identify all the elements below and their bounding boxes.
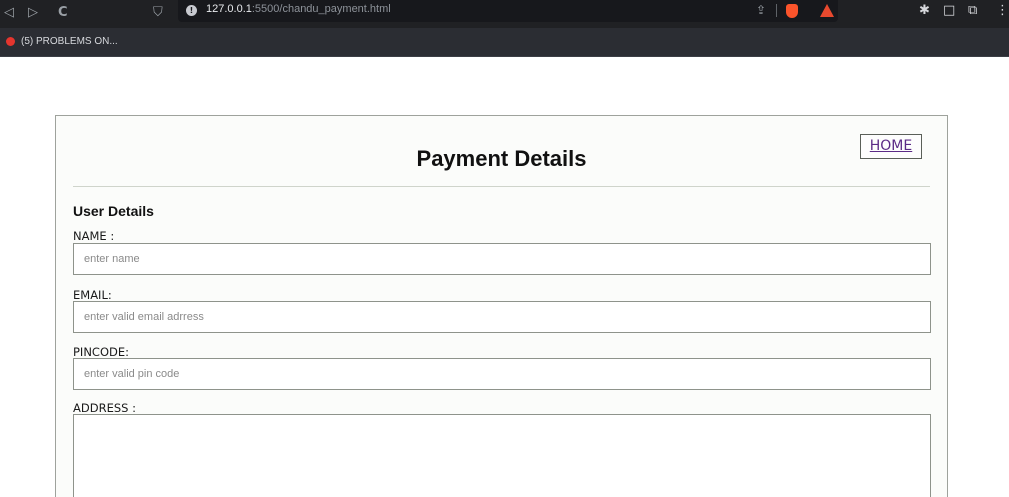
forward-icon[interactable]: ▷ xyxy=(28,5,38,20)
reload-icon[interactable]: C xyxy=(58,5,68,20)
bookmark-favicon-icon xyxy=(6,37,15,46)
url-host: 127.0.0.1 xyxy=(206,3,252,15)
header-divider xyxy=(73,186,930,187)
address-label: ADDRESS : xyxy=(73,401,136,415)
site-info-icon[interactable]: ! xyxy=(186,5,197,16)
wallet-icon[interactable]: ⧉ xyxy=(968,3,977,18)
address-bar[interactable]: ! 127.0.0.1:5500/chandu_payment.html ⇪ xyxy=(178,0,838,22)
brave-rewards-icon[interactable] xyxy=(820,4,834,17)
home-link[interactable]: HOME xyxy=(860,134,922,159)
name-input[interactable] xyxy=(73,243,931,275)
bookmark-page-icon[interactable]: ⛉ xyxy=(153,5,163,20)
url-path: :5500/chandu_payment.html xyxy=(251,3,391,15)
payment-card: Payment Details HOME User Details NAME :… xyxy=(55,115,948,497)
bookmarks-bar: (5) PROBLEMS ON... xyxy=(0,28,1009,57)
sidebar-icon[interactable]: □ xyxy=(943,3,955,18)
browser-toolbar: ◁ ▷ C ⛉ ! 127.0.0.1:5500/chandu_payment.… xyxy=(0,0,1009,28)
address-textarea[interactable] xyxy=(73,414,931,497)
name-label: NAME : xyxy=(73,229,115,243)
pincode-label: PINCODE: xyxy=(73,345,130,359)
url-text[interactable]: 127.0.0.1:5500/chandu_payment.html xyxy=(206,3,391,15)
toolbar-separator xyxy=(776,4,777,17)
bookmark-label: (5) PROBLEMS ON... xyxy=(21,36,118,47)
menu-icon[interactable]: ⋮ xyxy=(996,3,1009,18)
pincode-input[interactable] xyxy=(73,358,931,390)
share-icon[interactable]: ⇪ xyxy=(756,3,766,17)
back-icon[interactable]: ◁ xyxy=(4,5,14,20)
brave-shields-icon[interactable] xyxy=(786,4,798,18)
extensions-icon[interactable]: ✱ xyxy=(919,3,930,18)
section-heading: User Details xyxy=(73,203,154,219)
email-label: EMAIL: xyxy=(73,288,112,302)
bookmark-problems[interactable]: (5) PROBLEMS ON... xyxy=(6,36,118,47)
email-input[interactable] xyxy=(73,301,931,333)
page-title: Payment Details xyxy=(416,146,587,171)
